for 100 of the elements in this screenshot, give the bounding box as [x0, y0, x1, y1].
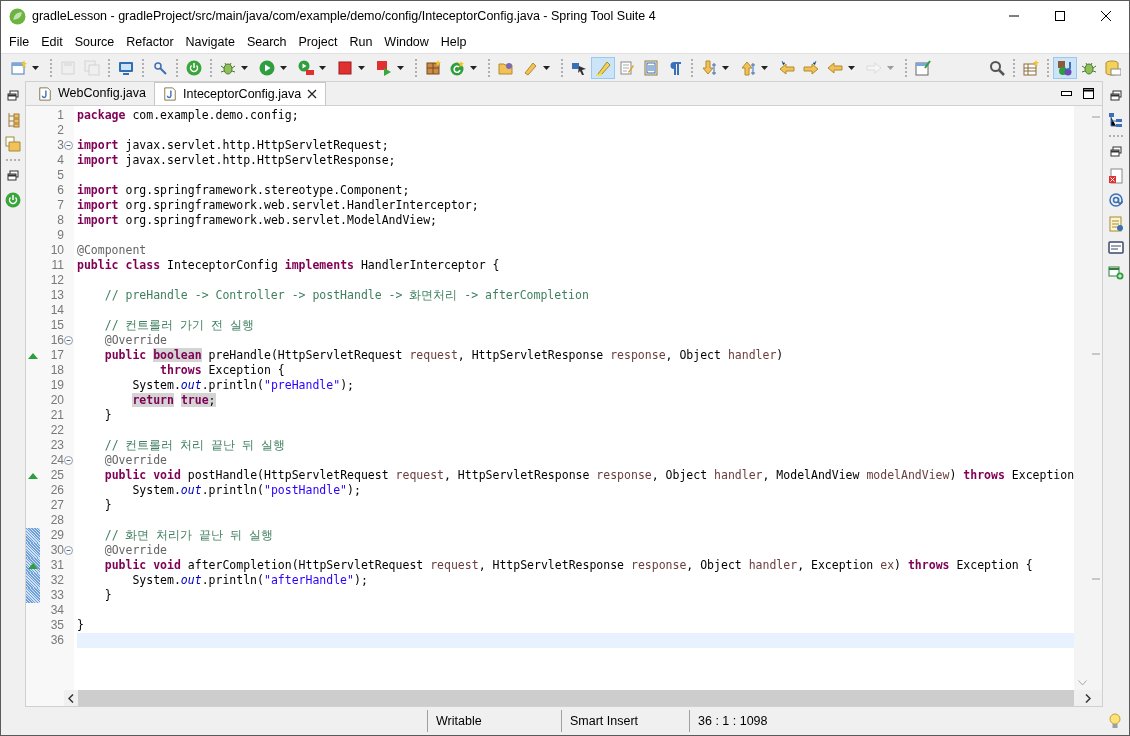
table-star-icon [1023, 59, 1039, 76]
search-icon [989, 59, 1005, 76]
editor-tab[interactable]: InteceptorConfig.java [154, 82, 327, 105]
restore-icon [1108, 144, 1124, 160]
caret-icon [241, 65, 248, 70]
line-number: 14 [49, 303, 64, 318]
code-line: // 컨트롤러 처리 끝난 뒤 실행 [103, 438, 286, 452]
scrollbar-thumb[interactable] [78, 690, 1074, 706]
code-line: import javax.servlet.http.HttpServletResponse; [77, 153, 396, 167]
line-number: 20 [49, 393, 64, 408]
line-number: 25 [49, 468, 64, 483]
highlighter-icon [595, 59, 611, 76]
stop-play-icon [376, 59, 392, 76]
arrow-up-icon [740, 59, 756, 76]
line-number: 11 [50, 258, 64, 273]
line-number: 5 [56, 168, 64, 183]
collapse-icon[interactable] [64, 141, 73, 150]
line-number: 10 [49, 243, 64, 258]
line-number: 4 [56, 153, 64, 168]
status-text: Writable [436, 712, 482, 730]
at-sign-button[interactable] [1107, 191, 1125, 209]
line-number: 32 [49, 573, 64, 588]
cubes-button[interactable] [1053, 56, 1077, 79]
error-list-icon [1108, 168, 1124, 184]
close-icon[interactable] [307, 89, 318, 99]
packages-icon [5, 136, 21, 152]
caret-icon [761, 65, 768, 70]
menu-item[interactable]: Help [434, 35, 473, 49]
code-line: } [103, 498, 112, 512]
document-icon [643, 59, 659, 76]
status-text: 36 : 1 : 1098 [698, 712, 768, 730]
close-icon [1101, 11, 1111, 21]
collapse-icon[interactable] [64, 456, 73, 465]
chevron-left-icon [68, 693, 74, 703]
code-line: @Override [103, 453, 167, 467]
collapse-icon[interactable] [64, 336, 73, 345]
code-line: public void afterCompletion(HttpServletRequest request, HttpServletResponse response, Object handler, Exception ex) throws Exception { [103, 558, 1033, 572]
add-view-button[interactable] [1107, 263, 1125, 281]
refresh-icon [449, 59, 465, 76]
window-pin-icon [915, 59, 931, 76]
menu-item[interactable]: Window [378, 35, 435, 49]
error-list-button[interactable] [1107, 167, 1125, 185]
caret-icon [280, 65, 287, 70]
restore-icon [1108, 88, 1124, 104]
code-line: @Component [77, 243, 147, 257]
line-number: 21 [49, 408, 64, 423]
outline-icon [1108, 112, 1124, 128]
code-line: // 컨트롤러 가기 전 실행 [103, 318, 255, 332]
packages-button[interactable] [4, 135, 22, 153]
scroll-down-icon [1078, 680, 1087, 686]
java-file-icon [163, 87, 177, 101]
power-icon [186, 59, 202, 76]
pilcrow-icon [667, 59, 683, 76]
line-number: 26 [49, 483, 64, 498]
console-icon [1108, 240, 1124, 256]
power-button[interactable] [4, 191, 22, 209]
caret-icon [397, 65, 404, 70]
line-number: 7 [56, 198, 64, 213]
leaf-logo-icon [9, 7, 26, 25]
line-number: 13 [49, 288, 64, 303]
code-line: public class InteceptorConfig implements HandlerInterceptor { [77, 258, 500, 272]
code-line: } [103, 588, 112, 602]
menu-item[interactable]: Search [240, 35, 293, 49]
code-line: // 화면 처리가 끝난 뒤 실행 [103, 528, 274, 542]
line-number: 24 [49, 453, 64, 468]
console-button[interactable] [1107, 239, 1125, 257]
chevron-right-icon [1085, 693, 1091, 703]
collapse-icon[interactable] [64, 546, 73, 555]
caret-icon [358, 65, 365, 70]
arrow-down-icon [701, 59, 717, 76]
menu-item[interactable]: Edit [35, 35, 69, 49]
ruler-mark [1092, 116, 1100, 118]
code-line: } [77, 618, 84, 632]
crate-icon [425, 59, 441, 76]
menu-item[interactable]: Refactor [120, 35, 180, 49]
scroll-right-button[interactable] [1074, 690, 1102, 706]
add-view-icon [1108, 264, 1124, 280]
menu-item[interactable]: Navigate [179, 35, 241, 49]
menu-item[interactable]: File [3, 35, 36, 49]
code-line: public void postHandle(HttpServletRequest request, HttpServletResponse response, Object handler, ModelAndView modelAndView) throws Exception [103, 468, 1075, 482]
restore-icon [5, 168, 21, 184]
maximize-button[interactable] [1082, 87, 1094, 100]
line-number: 36 [49, 633, 64, 648]
menu-item[interactable]: Project [292, 35, 344, 49]
task-list-button[interactable] [1107, 215, 1125, 233]
lightbulb-icon[interactable] [1109, 713, 1121, 729]
menu-item[interactable]: Run [343, 35, 379, 49]
ruler-mark [1092, 578, 1100, 580]
maximize-icon [1082, 88, 1094, 99]
code-line: @Override [103, 333, 167, 347]
code-line: public boolean preHandle(HttpServletRequest request, HttpServletResponse response, Object handler) [103, 348, 784, 362]
line-number: 22 [49, 423, 64, 438]
scroll-left-button[interactable] [64, 690, 78, 706]
minimize-icon [1060, 91, 1072, 96]
menu-item[interactable]: Source [68, 35, 121, 49]
caret-icon [722, 65, 729, 70]
restore-icon [5, 88, 21, 104]
line-number: 9 [56, 228, 64, 243]
outline-button[interactable] [1107, 111, 1125, 129]
play-toolbox-icon [298, 59, 314, 76]
